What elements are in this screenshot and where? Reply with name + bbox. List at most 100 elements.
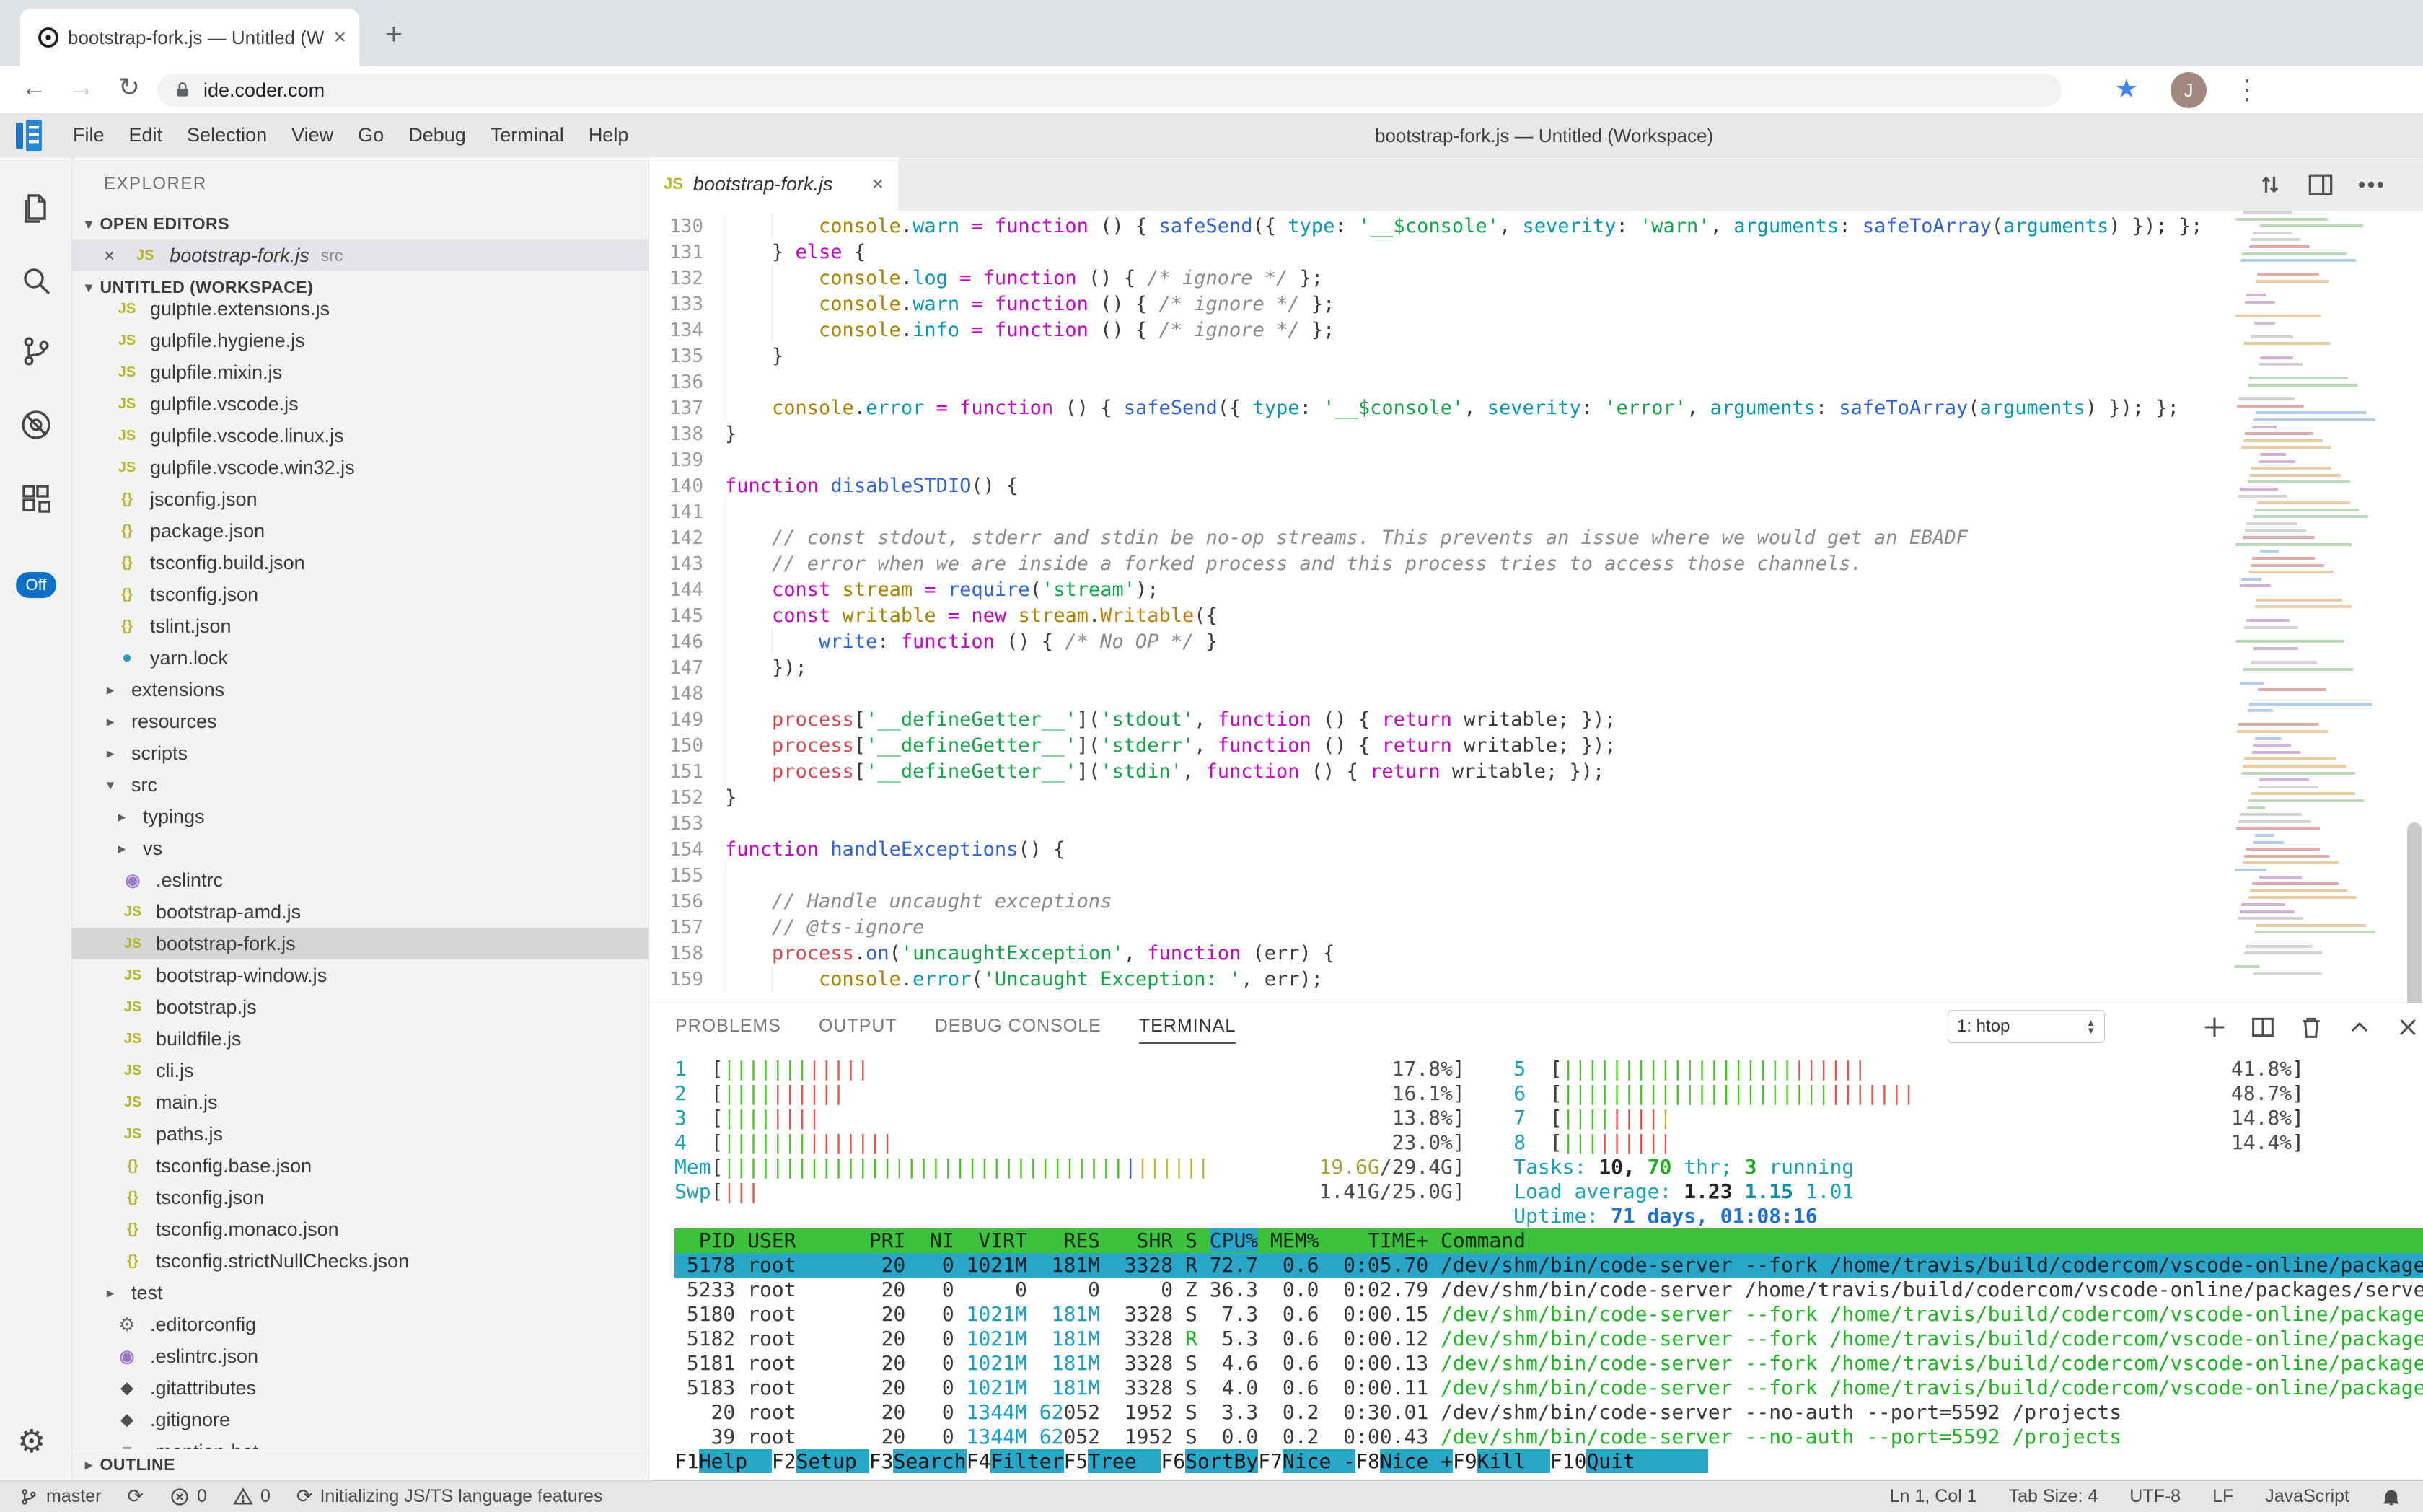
- menu-item-view[interactable]: View: [279, 124, 346, 146]
- explorer-icon[interactable]: [19, 191, 53, 226]
- workspace-header[interactable]: ▾UNTITLED (WORKSPACE): [72, 271, 648, 303]
- status-item[interactable]: Tab Size: 4: [2009, 1486, 2098, 1507]
- close-icon[interactable]: ×: [872, 172, 884, 195]
- code-editor[interactable]: 130console.warn = function () { safeSend…: [649, 211, 2423, 1003]
- tree-item[interactable]: ▾src: [72, 769, 648, 801]
- tree-item[interactable]: JSgulpfile.mixin.js: [72, 356, 648, 388]
- tree-item[interactable]: ◉.eslintrc: [72, 864, 648, 896]
- gear-icon[interactable]: ⚙: [17, 1423, 45, 1460]
- tree-item[interactable]: JScli.js: [72, 1055, 648, 1086]
- tree-item[interactable]: JSbootstrap-window.js: [72, 959, 648, 991]
- minimap[interactable]: [2235, 211, 2404, 1003]
- back-icon[interactable]: ←: [16, 72, 52, 102]
- tree-item[interactable]: JSpaths.js: [72, 1118, 648, 1150]
- open-editor-item[interactable]: × JS bootstrap-fork.js src: [72, 239, 648, 271]
- new-tab-button[interactable]: +: [375, 16, 413, 53]
- panel-tab-output[interactable]: OUTPUT: [819, 1003, 897, 1048]
- address-bar[interactable]: ide.coder.com: [157, 74, 2062, 107]
- search-icon[interactable]: [19, 263, 53, 298]
- menu-item-selection[interactable]: Selection: [175, 124, 279, 146]
- tree-item[interactable]: JSbuildfile.js: [72, 1023, 648, 1055]
- tree-item[interactable]: {}tslint.json: [72, 610, 648, 642]
- open-editors-header[interactable]: ▾OPEN EDITORS: [72, 208, 648, 239]
- terminal-select[interactable]: 1: htop ▲▼: [1948, 1010, 2105, 1043]
- tree-item[interactable]: JSmain.js: [72, 1086, 648, 1118]
- tree-item[interactable]: JSgulpfile.vscode.linux.js: [72, 420, 648, 452]
- reload-icon[interactable]: ↻: [111, 72, 147, 102]
- tree-item[interactable]: {}tsconfig.json: [72, 579, 648, 610]
- tree-item[interactable]: {}tsconfig.base.json: [72, 1150, 648, 1182]
- editor-tab-bar: JS bootstrap-fork.js ×: [649, 157, 2423, 211]
- tree-item[interactable]: ▸scripts: [72, 737, 648, 769]
- extensions-icon[interactable]: [19, 481, 53, 516]
- tree-item[interactable]: {}tsconfig.strictNullChecks.json: [72, 1245, 648, 1277]
- close-icon[interactable]: ×: [104, 245, 115, 267]
- tree-item[interactable]: JSgulpfile.vscode.win32.js: [72, 452, 648, 483]
- tree-item[interactable]: ▸vs: [72, 832, 648, 864]
- debug-icon[interactable]: [19, 408, 53, 442]
- forward-icon[interactable]: →: [63, 72, 100, 102]
- menu-item-file[interactable]: File: [61, 124, 117, 146]
- tree-item[interactable]: ▸typings: [72, 801, 648, 832]
- panel-tab-debug-console[interactable]: DEBUG CONSOLE: [935, 1003, 1101, 1048]
- editor-scrollbar[interactable]: [2407, 822, 2422, 1003]
- menu-item-help[interactable]: Help: [576, 124, 641, 146]
- menu-item-debug[interactable]: Debug: [396, 124, 478, 146]
- tree-item[interactable]: JSgulpfile.extensions.js: [72, 303, 648, 325]
- menu-item-go[interactable]: Go: [346, 124, 396, 146]
- tree-item[interactable]: JSgulpfile.vscode.js: [72, 388, 648, 420]
- maximize-panel-icon[interactable]: [2345, 1013, 2374, 1042]
- sync-editors-icon[interactable]: [2254, 169, 2286, 201]
- status-item[interactable]: ⟳Initializing JS/TS language features: [296, 1485, 603, 1508]
- status-item[interactable]: UTF-8: [2129, 1486, 2181, 1507]
- tab-close-icon[interactable]: ×: [333, 25, 346, 50]
- editor-tab[interactable]: JS bootstrap-fork.js ×: [649, 157, 898, 211]
- tree-item[interactable]: ◉.eslintrc.json: [72, 1340, 648, 1372]
- tree-item[interactable]: JSbootstrap-fork.js: [72, 928, 648, 959]
- tree-item[interactable]: ◆.gitignore: [72, 1404, 648, 1436]
- panel-tab-terminal[interactable]: TERMINAL: [1139, 1003, 1236, 1048]
- bookmark-star-icon[interactable]: ★: [2115, 74, 2138, 104]
- tree-item[interactable]: {}package.json: [72, 515, 648, 547]
- menu-item-terminal[interactable]: Terminal: [478, 124, 576, 146]
- split-terminal-icon[interactable]: [2248, 1013, 2277, 1042]
- status-item[interactable]: master: [19, 1486, 101, 1507]
- split-editor-icon[interactable]: [2305, 169, 2336, 201]
- twistie-icon: ▾: [85, 215, 93, 233]
- status-item[interactable]: LF: [2212, 1486, 2233, 1507]
- kill-terminal-icon[interactable]: [2297, 1013, 2326, 1042]
- status-item[interactable]: 0: [233, 1486, 271, 1507]
- status-item[interactable]: 0: [170, 1486, 207, 1507]
- tree-item[interactable]: ▸resources: [72, 706, 648, 737]
- new-terminal-icon[interactable]: [2200, 1013, 2229, 1042]
- tree-item[interactable]: JSgulpfile.hygiene.js: [72, 325, 648, 356]
- tree-item[interactable]: {}tsconfig.build.json: [72, 547, 648, 579]
- browser-menu-icon[interactable]: ⋮: [2233, 74, 2261, 106]
- bottom-panel: PROBLEMS OUTPUT DEBUG CONSOLE TERMINAL 1: h…: [649, 1003, 2423, 1480]
- source-control-icon[interactable]: [19, 334, 53, 369]
- tree-item[interactable]: ⚙.editorconfig: [72, 1309, 648, 1340]
- panel-tab-problems[interactable]: PROBLEMS: [675, 1003, 781, 1048]
- tree-item[interactable]: {}tsconfig.monaco.json: [72, 1213, 648, 1245]
- tree-item[interactable]: JSbootstrap-amd.js: [72, 896, 648, 928]
- tree-item[interactable]: {}jsconfig.json: [72, 483, 648, 515]
- status-item[interactable]: Ln 1, Col 1: [1890, 1486, 1977, 1507]
- more-actions-icon[interactable]: [2355, 169, 2387, 201]
- status-badge[interactable]: Off: [16, 572, 56, 598]
- avatar[interactable]: J: [2171, 72, 2207, 108]
- tree-item[interactable]: ▸test: [72, 1277, 648, 1309]
- menu-item-edit[interactable]: Edit: [117, 124, 175, 146]
- tree-item[interactable]: ◆.gitattributes: [72, 1372, 648, 1404]
- terminal[interactable]: 1 [|||||||||||| 17.8%] 5 [||||||||||||||…: [674, 1057, 2423, 1480]
- tree-item[interactable]: {}tsconfig.json: [72, 1182, 648, 1213]
- browser-tab[interactable]: bootstrap-fork.js — Untitled (W ×: [20, 9, 359, 66]
- tree-item[interactable]: JSbootstrap.js: [72, 991, 648, 1023]
- close-panel-icon[interactable]: [2393, 1013, 2422, 1042]
- tree-item[interactable]: ●yarn.lock: [72, 642, 648, 674]
- bell-icon[interactable]: [2381, 1487, 2401, 1507]
- tree-item[interactable]: ≡.mention-bot: [72, 1436, 648, 1449]
- tree-item[interactable]: ▸extensions: [72, 674, 648, 706]
- status-item[interactable]: JavaScript: [2265, 1486, 2349, 1507]
- status-item[interactable]: ⟳: [127, 1485, 144, 1508]
- outline-header[interactable]: ▸OUTLINE: [72, 1449, 648, 1480]
